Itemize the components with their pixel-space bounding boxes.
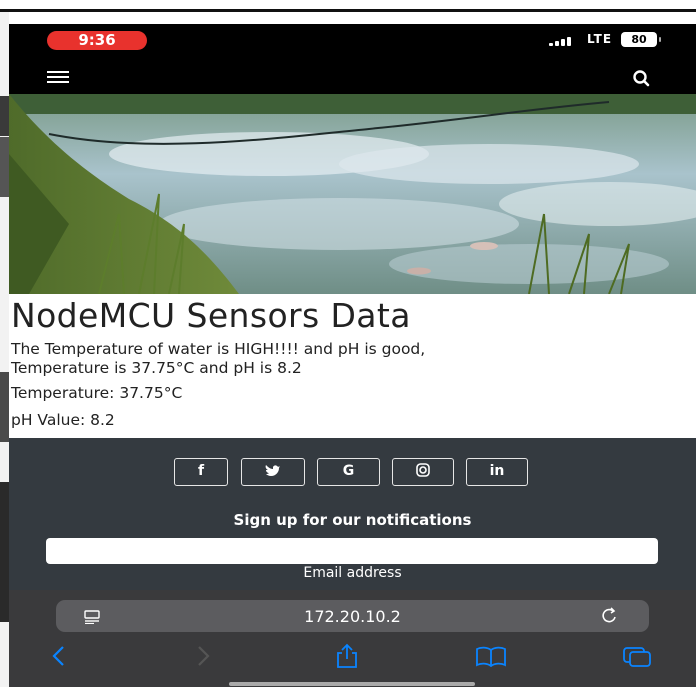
google-icon: G	[342, 463, 355, 479]
status-message: The Temperature of water is HIGH!!!! and…	[11, 340, 691, 378]
status-bar: 9:36 LTE 80	[9, 24, 696, 60]
status-time: 9:36	[47, 31, 147, 50]
linkedin-icon: in	[489, 463, 505, 479]
hero-pond-image	[9, 94, 696, 294]
left-edge-strip	[0, 12, 9, 687]
share-icon[interactable]	[333, 642, 361, 670]
phone-screen: 9:36 LTE 80 NodeMCU Sensors Data The Tem…	[9, 24, 696, 687]
hamburger-icon[interactable]	[47, 71, 69, 85]
facebook-icon: f	[197, 463, 205, 479]
twitter-button[interactable]	[241, 458, 305, 486]
top-navbar	[9, 60, 696, 94]
reload-icon[interactable]	[600, 606, 620, 626]
linkedin-button[interactable]: in	[466, 458, 528, 486]
ph-reading: pH Value: 8.2	[11, 411, 115, 429]
battery-icon: 80	[621, 32, 661, 47]
browser-toolbar: 172.20.10.2	[9, 590, 696, 687]
email-label: Email address	[303, 565, 402, 581]
address-bar[interactable]: 172.20.10.2	[56, 600, 649, 632]
home-indicator	[229, 682, 475, 686]
signal-icon	[549, 36, 581, 46]
google-button[interactable]: G	[317, 458, 380, 486]
bookmarks-icon[interactable]	[475, 642, 506, 670]
url-text: 172.20.10.2	[304, 607, 401, 626]
twitter-icon	[265, 463, 281, 479]
battery-level: 80	[631, 33, 647, 46]
network-type: LTE	[587, 32, 613, 46]
instagram-icon	[416, 463, 430, 479]
facebook-button[interactable]: f	[174, 458, 228, 486]
status-message-line-1: The Temperature of water is HIGH!!!! and…	[11, 340, 426, 358]
page-title: NodeMCU Sensors Data	[11, 296, 411, 335]
back-icon[interactable]	[45, 642, 73, 670]
search-icon[interactable]	[631, 69, 653, 87]
status-message-line-2: Temperature is 37.75°C and pH is 8.2	[11, 359, 302, 377]
email-input[interactable]	[46, 538, 658, 564]
screenshot-top-border	[0, 0, 696, 12]
temperature-reading: Temperature: 37.75°C	[11, 384, 183, 402]
instagram-button[interactable]	[392, 458, 454, 486]
browser-nav-icons	[9, 642, 696, 672]
forward-icon[interactable]	[189, 642, 217, 670]
tabs-icon[interactable]	[621, 642, 651, 670]
signup-heading: Sign up for our notifications	[233, 511, 472, 529]
